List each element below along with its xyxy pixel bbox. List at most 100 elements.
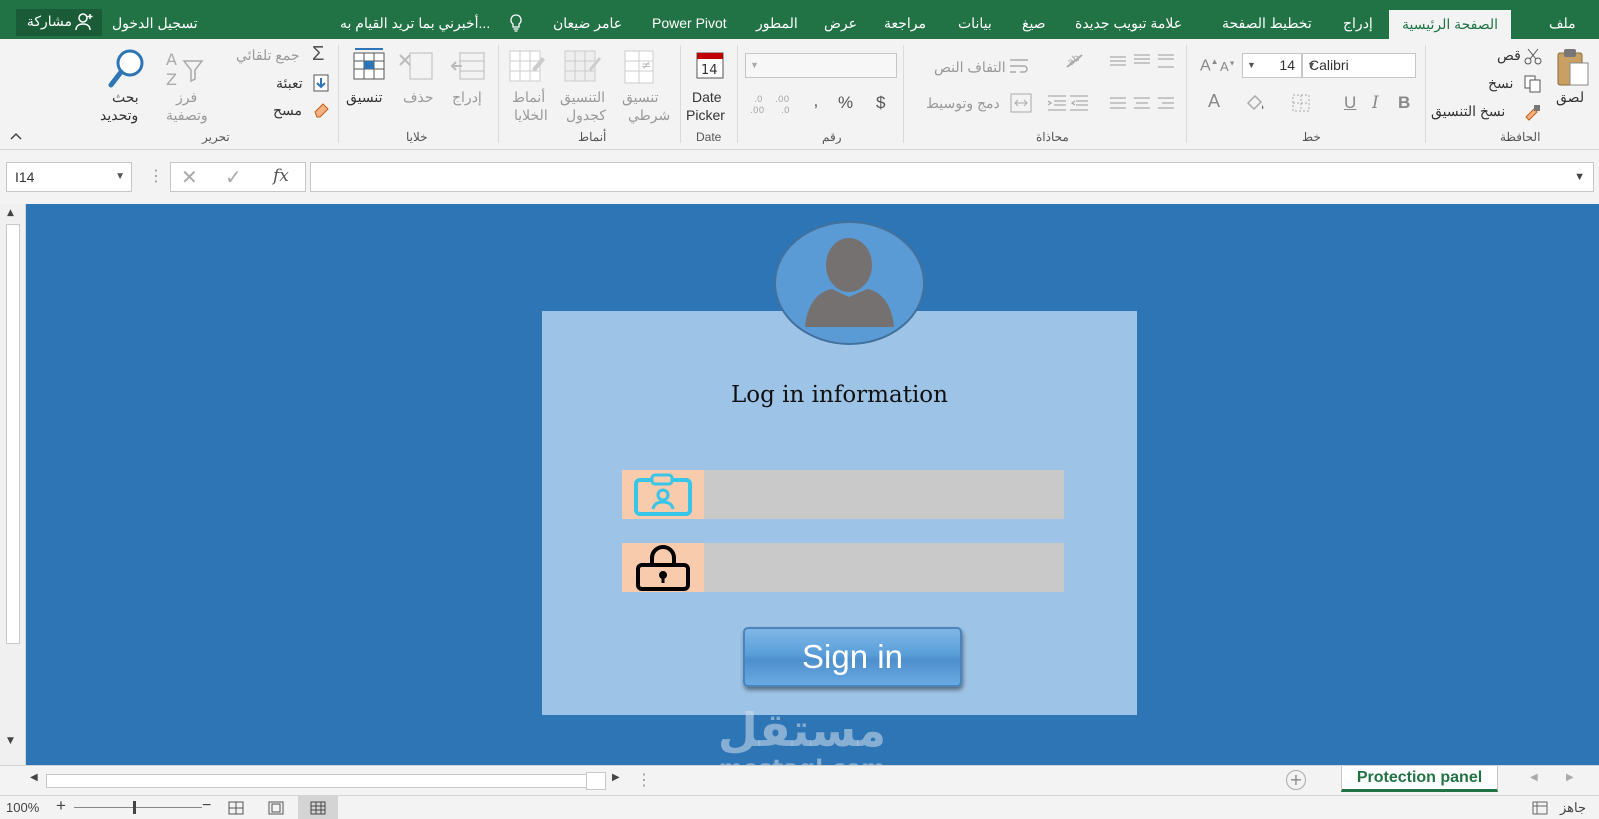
next-sheet-icon[interactable]: ▶ bbox=[1566, 772, 1574, 783]
sigma-icon[interactable]: Σ bbox=[312, 43, 324, 66]
scroll-up-icon[interactable]: ▲ bbox=[7, 208, 14, 218]
drag-handle-icon[interactable]: ⋮ bbox=[148, 166, 164, 185]
enter-icon[interactable]: ✓ bbox=[225, 165, 242, 189]
format-table-label-2[interactable]: كجدول bbox=[566, 107, 606, 124]
prev-sheet-icon[interactable]: ◀ bbox=[1530, 772, 1538, 783]
share-button[interactable]: مشاركة bbox=[16, 9, 102, 36]
clear-label[interactable]: مسح bbox=[273, 102, 302, 119]
page-layout-view-icon[interactable] bbox=[268, 801, 284, 815]
password-icon-box bbox=[622, 543, 704, 592]
decrease-font-size-button[interactable]: A▼ bbox=[1220, 59, 1236, 74]
password-field[interactable] bbox=[622, 543, 1064, 592]
vertical-scrollbar[interactable]: ▲ ▼ bbox=[0, 204, 26, 765]
fill-label[interactable]: تعبئة bbox=[276, 75, 303, 92]
zoom-level[interactable]: 100% bbox=[6, 800, 39, 815]
format-table-label-1[interactable]: التنسيق bbox=[560, 89, 605, 106]
italic-button[interactable]: I bbox=[1372, 93, 1379, 113]
merge-center-label[interactable]: دمج وتوسيط bbox=[926, 95, 1000, 112]
find-label-2[interactable]: وتحديد bbox=[100, 107, 138, 124]
font-color-button[interactable]: A bbox=[1208, 91, 1220, 112]
group-separator bbox=[498, 45, 499, 143]
macro-record-icon[interactable] bbox=[1532, 801, 1548, 815]
username-input[interactable] bbox=[706, 470, 1064, 519]
sort-label-1[interactable]: فرز bbox=[176, 89, 197, 106]
add-sheet-button[interactable]: + bbox=[1286, 770, 1306, 790]
bold-button[interactable]: B bbox=[1398, 93, 1410, 113]
sheet-tab-protection-panel[interactable]: Protection panel bbox=[1341, 766, 1498, 792]
tab-new-tab[interactable]: علامة تبويب جديدة bbox=[1075, 0, 1182, 39]
find-label-1[interactable]: بحث bbox=[112, 89, 139, 106]
number-format-combo[interactable]: ▼ bbox=[745, 53, 897, 78]
increase-decimal-icon[interactable]: .0.00 bbox=[750, 93, 774, 115]
tab-insert[interactable]: إدراج bbox=[1343, 0, 1373, 39]
formula-input[interactable]: ▼ bbox=[310, 162, 1594, 192]
tab-review[interactable]: مراجعة bbox=[884, 0, 926, 39]
cut-label[interactable]: قص bbox=[1497, 47, 1521, 64]
cell-styles-icon bbox=[509, 50, 545, 82]
sign-in-link[interactable]: تسجيل الدخول bbox=[112, 0, 198, 39]
cancel-icon[interactable]: ✕ bbox=[181, 165, 198, 189]
drag-handle-icon[interactable]: ⋮ bbox=[636, 770, 652, 789]
tab-file[interactable]: ملف bbox=[1549, 0, 1576, 39]
tab-view[interactable]: عرض bbox=[824, 0, 857, 39]
cell-styles-label-2[interactable]: الخلايا bbox=[514, 107, 548, 124]
font-group-label: خط bbox=[1302, 130, 1321, 144]
percent-button[interactable]: % bbox=[838, 93, 853, 113]
tab-developer[interactable]: المطور bbox=[756, 0, 798, 39]
date-picker-label-1[interactable]: Date bbox=[692, 89, 722, 105]
tab-data[interactable]: بيانات bbox=[958, 0, 992, 39]
insert-label[interactable]: إدراج bbox=[452, 89, 482, 106]
align-horizontal-icons bbox=[1110, 97, 1174, 109]
zoom-slider-thumb[interactable] bbox=[133, 801, 136, 814]
font-size-combo[interactable]: 14 ▼ bbox=[1242, 53, 1302, 78]
worksheet[interactable]: Log in information Sign in مستقل mostaql… bbox=[26, 204, 1599, 765]
date-picker-label-2[interactable]: Picker bbox=[686, 107, 725, 123]
cell-styles-label-1[interactable]: أنماط bbox=[512, 89, 545, 106]
tab-formulas[interactable]: صيغ bbox=[1022, 0, 1046, 39]
delete-label[interactable]: حذف bbox=[403, 89, 434, 106]
normal-view-button[interactable] bbox=[298, 796, 338, 819]
format-painter-label[interactable]: نسخ التنسيق bbox=[1431, 103, 1505, 120]
increase-font-size-button[interactable]: A▲ bbox=[1200, 57, 1219, 75]
paste-label[interactable]: لصق bbox=[1556, 89, 1584, 106]
zoom-out-button[interactable]: − bbox=[202, 797, 211, 815]
fill-down-icon bbox=[313, 74, 329, 92]
insert-function-button[interactable]: fx bbox=[273, 166, 289, 186]
zoom-in-button[interactable]: + bbox=[56, 796, 66, 816]
tab-home[interactable]: الصفحة الرئيسية bbox=[1389, 10, 1512, 39]
sort-filter-icon: AZ bbox=[166, 50, 204, 89]
conditional-label-2[interactable]: شرطي bbox=[628, 107, 670, 124]
username-field[interactable] bbox=[622, 470, 1064, 519]
sign-in-button[interactable]: Sign in bbox=[743, 627, 962, 687]
borders-icon[interactable] bbox=[1292, 94, 1310, 112]
wrap-text-label[interactable]: التفاف النص bbox=[934, 59, 1006, 76]
underline-button[interactable]: U bbox=[1344, 93, 1356, 113]
scroll-thumb[interactable] bbox=[586, 772, 606, 790]
password-input[interactable] bbox=[706, 543, 1064, 592]
conditional-label-1[interactable]: تنسيق bbox=[622, 89, 659, 106]
sort-label-2[interactable]: وتصفية bbox=[166, 107, 208, 124]
tab-user[interactable]: عامر ضيعان bbox=[553, 0, 622, 39]
name-box[interactable]: I14 ▼ bbox=[6, 162, 132, 192]
autosum-label[interactable]: جمع تلقائي bbox=[236, 47, 300, 64]
tell-me-search[interactable]: أخبرني بما تريد القيام به... bbox=[340, 0, 490, 39]
page-break-view-icon[interactable] bbox=[228, 801, 244, 815]
scroll-track[interactable] bbox=[46, 774, 606, 788]
comma-button[interactable]: ‚ bbox=[814, 91, 818, 111]
fill-color-icon[interactable] bbox=[1244, 93, 1266, 113]
tab-power-pivot[interactable]: Power Pivot bbox=[652, 0, 727, 39]
collapse-ribbon-icon[interactable] bbox=[10, 131, 22, 141]
currency-button[interactable]: $ bbox=[876, 93, 885, 113]
scroll-left-icon[interactable]: ◀ bbox=[30, 772, 38, 783]
scroll-down-icon[interactable]: ▼ bbox=[7, 736, 14, 746]
copy-label[interactable]: نسخ bbox=[1488, 75, 1513, 92]
tab-page-layout[interactable]: تخطيط الصفحة bbox=[1222, 0, 1312, 39]
scroll-right-icon[interactable]: ▶ bbox=[612, 772, 620, 783]
format-label[interactable]: تنسيق bbox=[346, 89, 383, 106]
zoom-slider[interactable] bbox=[74, 807, 202, 808]
scroll-thumb[interactable] bbox=[6, 224, 20, 644]
horizontal-scrollbar[interactable]: ◀ ▶ bbox=[26, 771, 626, 791]
svg-text:.0: .0 bbox=[781, 106, 790, 115]
font-name-combo[interactable]: Calibri ▼ bbox=[1302, 53, 1416, 78]
decrease-decimal-icon[interactable]: .00.0 bbox=[775, 93, 799, 115]
